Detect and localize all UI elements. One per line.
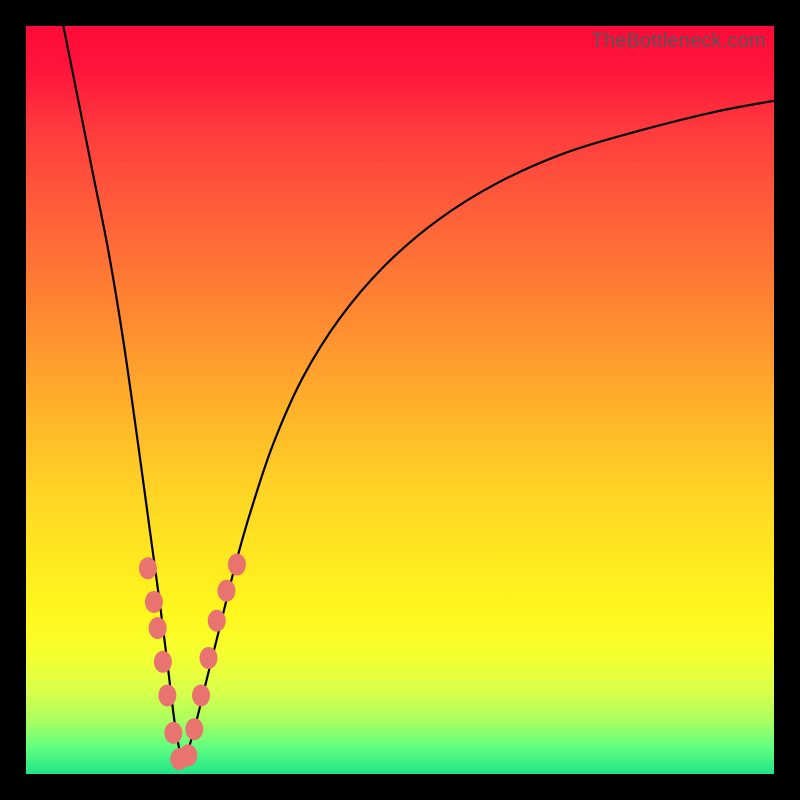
bead-marker xyxy=(200,647,218,669)
bead-marker xyxy=(217,580,235,602)
bead-marker xyxy=(149,617,167,639)
bead-marker xyxy=(154,651,172,673)
bead-marker xyxy=(208,610,226,632)
bead-marker xyxy=(164,722,182,744)
plot-area: TheBottleneck.com xyxy=(26,26,774,774)
curve-svg xyxy=(26,26,774,774)
beads-right-group xyxy=(179,554,246,767)
bead-marker xyxy=(185,718,203,740)
bead-marker xyxy=(192,684,210,706)
beads-left-group xyxy=(139,557,188,770)
bead-marker xyxy=(228,554,246,576)
bead-marker xyxy=(145,591,163,613)
curve-right-branch xyxy=(183,101,774,767)
bead-marker xyxy=(139,557,157,579)
bead-marker xyxy=(158,684,176,706)
chart-container: TheBottleneck.com xyxy=(0,0,800,800)
bead-marker xyxy=(179,744,197,766)
